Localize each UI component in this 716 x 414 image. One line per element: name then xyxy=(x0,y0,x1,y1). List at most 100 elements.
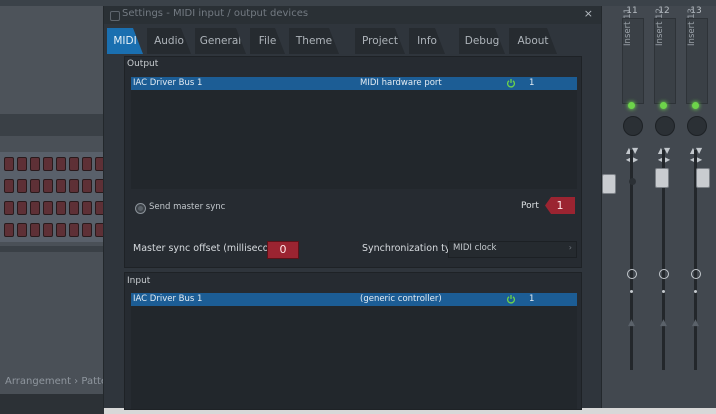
step-button[interactable] xyxy=(82,179,92,193)
route-arrow-icon[interactable]: ▲ xyxy=(692,318,699,328)
step-button[interactable] xyxy=(69,179,79,193)
step-button[interactable] xyxy=(17,157,27,171)
step-button[interactable] xyxy=(17,223,27,237)
fader-dot xyxy=(629,178,636,185)
route-arrow-icon[interactable]: ▲ xyxy=(660,318,667,328)
tab-info[interactable]: Info xyxy=(409,28,445,54)
tab-audio[interactable]: Audio xyxy=(147,28,191,54)
step-button[interactable] xyxy=(69,201,79,215)
tab-debug[interactable]: Debug xyxy=(459,28,505,54)
port-label: Port xyxy=(521,201,539,211)
mixer-strip: 12 Insert 12 ▲▼◀▶ ▲ xyxy=(650,6,678,386)
background-panel xyxy=(0,6,104,114)
step-button[interactable] xyxy=(4,157,14,171)
step-button[interactable] xyxy=(30,179,40,193)
step-button[interactable] xyxy=(4,201,14,215)
dialog-title: Settings - MIDI input / output devices xyxy=(122,8,309,19)
clock-icon[interactable] xyxy=(627,269,637,279)
clock-icon[interactable] xyxy=(659,269,669,279)
mixer-strip: 11 Insert 11 ▲▼◀▶ ▲ xyxy=(618,6,646,386)
insert-name-box[interactable]: Insert 12 xyxy=(654,8,676,104)
dialog-titlebar[interactable]: Settings - MIDI input / output devices × xyxy=(104,6,601,24)
background-left-panel: Arrangement › Patte xyxy=(0,6,131,414)
input-device-row[interactable]: IAC Driver Bus 1 (generic controller) 1 xyxy=(131,293,577,306)
input-section-label: Input xyxy=(127,276,151,286)
tab-about[interactable]: About xyxy=(509,28,557,54)
route-dot xyxy=(630,290,633,293)
clock-icon[interactable] xyxy=(691,269,701,279)
close-button[interactable]: × xyxy=(584,7,593,20)
master-sync-offset-label: Master sync offset (milliseconds) xyxy=(133,243,290,254)
pan-knob[interactable] xyxy=(623,116,643,136)
power-icon[interactable] xyxy=(506,78,516,88)
step-button[interactable] xyxy=(30,223,40,237)
insert-enabled-led[interactable] xyxy=(660,102,667,109)
step-button[interactable] xyxy=(30,157,40,171)
insert-enabled-led[interactable] xyxy=(628,102,635,109)
tab-project[interactable]: Project xyxy=(355,28,405,54)
step-button[interactable] xyxy=(56,223,66,237)
step-button[interactable] xyxy=(82,201,92,215)
step-button[interactable] xyxy=(56,179,66,193)
input-device-list: IAC Driver Bus 1 (generic controller) 1 xyxy=(131,293,577,409)
port-number-field[interactable]: 1 xyxy=(545,197,575,214)
master-sync-offset-field[interactable]: 0 xyxy=(267,241,299,259)
step-button[interactable] xyxy=(30,201,40,215)
device-port: 1 xyxy=(529,294,535,304)
tab-general[interactable]: General xyxy=(195,28,246,54)
step-button[interactable] xyxy=(82,223,92,237)
output-device-row[interactable]: IAC Driver Bus 1 MIDI hardware port 1 xyxy=(131,77,577,90)
step-button[interactable] xyxy=(17,179,27,193)
sync-type-dropdown[interactable]: MIDI clock › xyxy=(448,241,577,258)
mixer-panel: 11 Insert 11 ▲▼◀▶ ▲ 12 Insert 12 ▲▼◀▶ xyxy=(600,6,716,408)
pan-knob[interactable] xyxy=(655,116,675,136)
device-type: MIDI hardware port xyxy=(360,78,442,88)
insert-label: Insert 11 xyxy=(623,8,633,46)
step-button[interactable] xyxy=(43,179,53,193)
device-port: 1 xyxy=(529,78,535,88)
pan-knob[interactable] xyxy=(687,116,707,136)
step-button[interactable] xyxy=(17,201,27,215)
step-sequencer xyxy=(0,152,131,242)
background-panel xyxy=(0,252,104,362)
fader-handle[interactable] xyxy=(696,168,710,188)
settings-dialog: Settings - MIDI input / output devices ×… xyxy=(103,6,602,410)
background-bar xyxy=(0,114,104,136)
input-section: Input IAC Driver Bus 1 (generic controll… xyxy=(124,272,582,410)
power-icon[interactable] xyxy=(506,294,516,304)
insert-enabled-led[interactable] xyxy=(692,102,699,109)
output-section: Output IAC Driver Bus 1 MIDI hardware po… xyxy=(124,56,582,268)
step-button[interactable] xyxy=(4,223,14,237)
send-master-sync-toggle[interactable] xyxy=(135,203,146,214)
send-master-sync-label: Send master sync xyxy=(149,202,226,212)
tab-bar: MIDI Audio General File Theme Project In… xyxy=(104,26,601,56)
step-button[interactable] xyxy=(56,201,66,215)
route-arrow-icon[interactable]: ▲ xyxy=(628,318,635,328)
step-button[interactable] xyxy=(43,201,53,215)
insert-label: Insert 12 xyxy=(655,8,665,46)
step-button[interactable] xyxy=(82,157,92,171)
step-button[interactable] xyxy=(56,157,66,171)
step-button[interactable] xyxy=(4,179,14,193)
route-dot xyxy=(662,290,665,293)
step-button[interactable] xyxy=(43,223,53,237)
settings-window-icon xyxy=(110,11,120,21)
sync-type-value: MIDI clock xyxy=(453,243,497,253)
fader-handle[interactable] xyxy=(655,168,669,188)
insert-label: Insert 13 xyxy=(687,8,697,46)
step-button[interactable] xyxy=(69,223,79,237)
mixer-strip: 13 Insert 13 ▲▼◀▶ ▲ xyxy=(682,6,710,386)
step-button[interactable] xyxy=(43,157,53,171)
chevron-right-icon: › xyxy=(568,243,572,252)
insert-name-box[interactable]: Insert 11 xyxy=(622,8,644,104)
output-device-list: IAC Driver Bus 1 MIDI hardware port 1 xyxy=(131,77,577,189)
tab-theme[interactable]: Theme xyxy=(289,28,339,54)
step-button[interactable] xyxy=(69,157,79,171)
tab-file[interactable]: File xyxy=(250,28,285,54)
tab-midi[interactable]: MIDI xyxy=(107,28,143,54)
device-type: (generic controller) xyxy=(360,294,442,304)
device-name: IAC Driver Bus 1 xyxy=(133,78,203,88)
insert-name-box[interactable]: Insert 13 xyxy=(686,8,708,104)
fader-handle[interactable] xyxy=(602,174,616,194)
breadcrumb[interactable]: Arrangement › Patte xyxy=(5,376,107,387)
